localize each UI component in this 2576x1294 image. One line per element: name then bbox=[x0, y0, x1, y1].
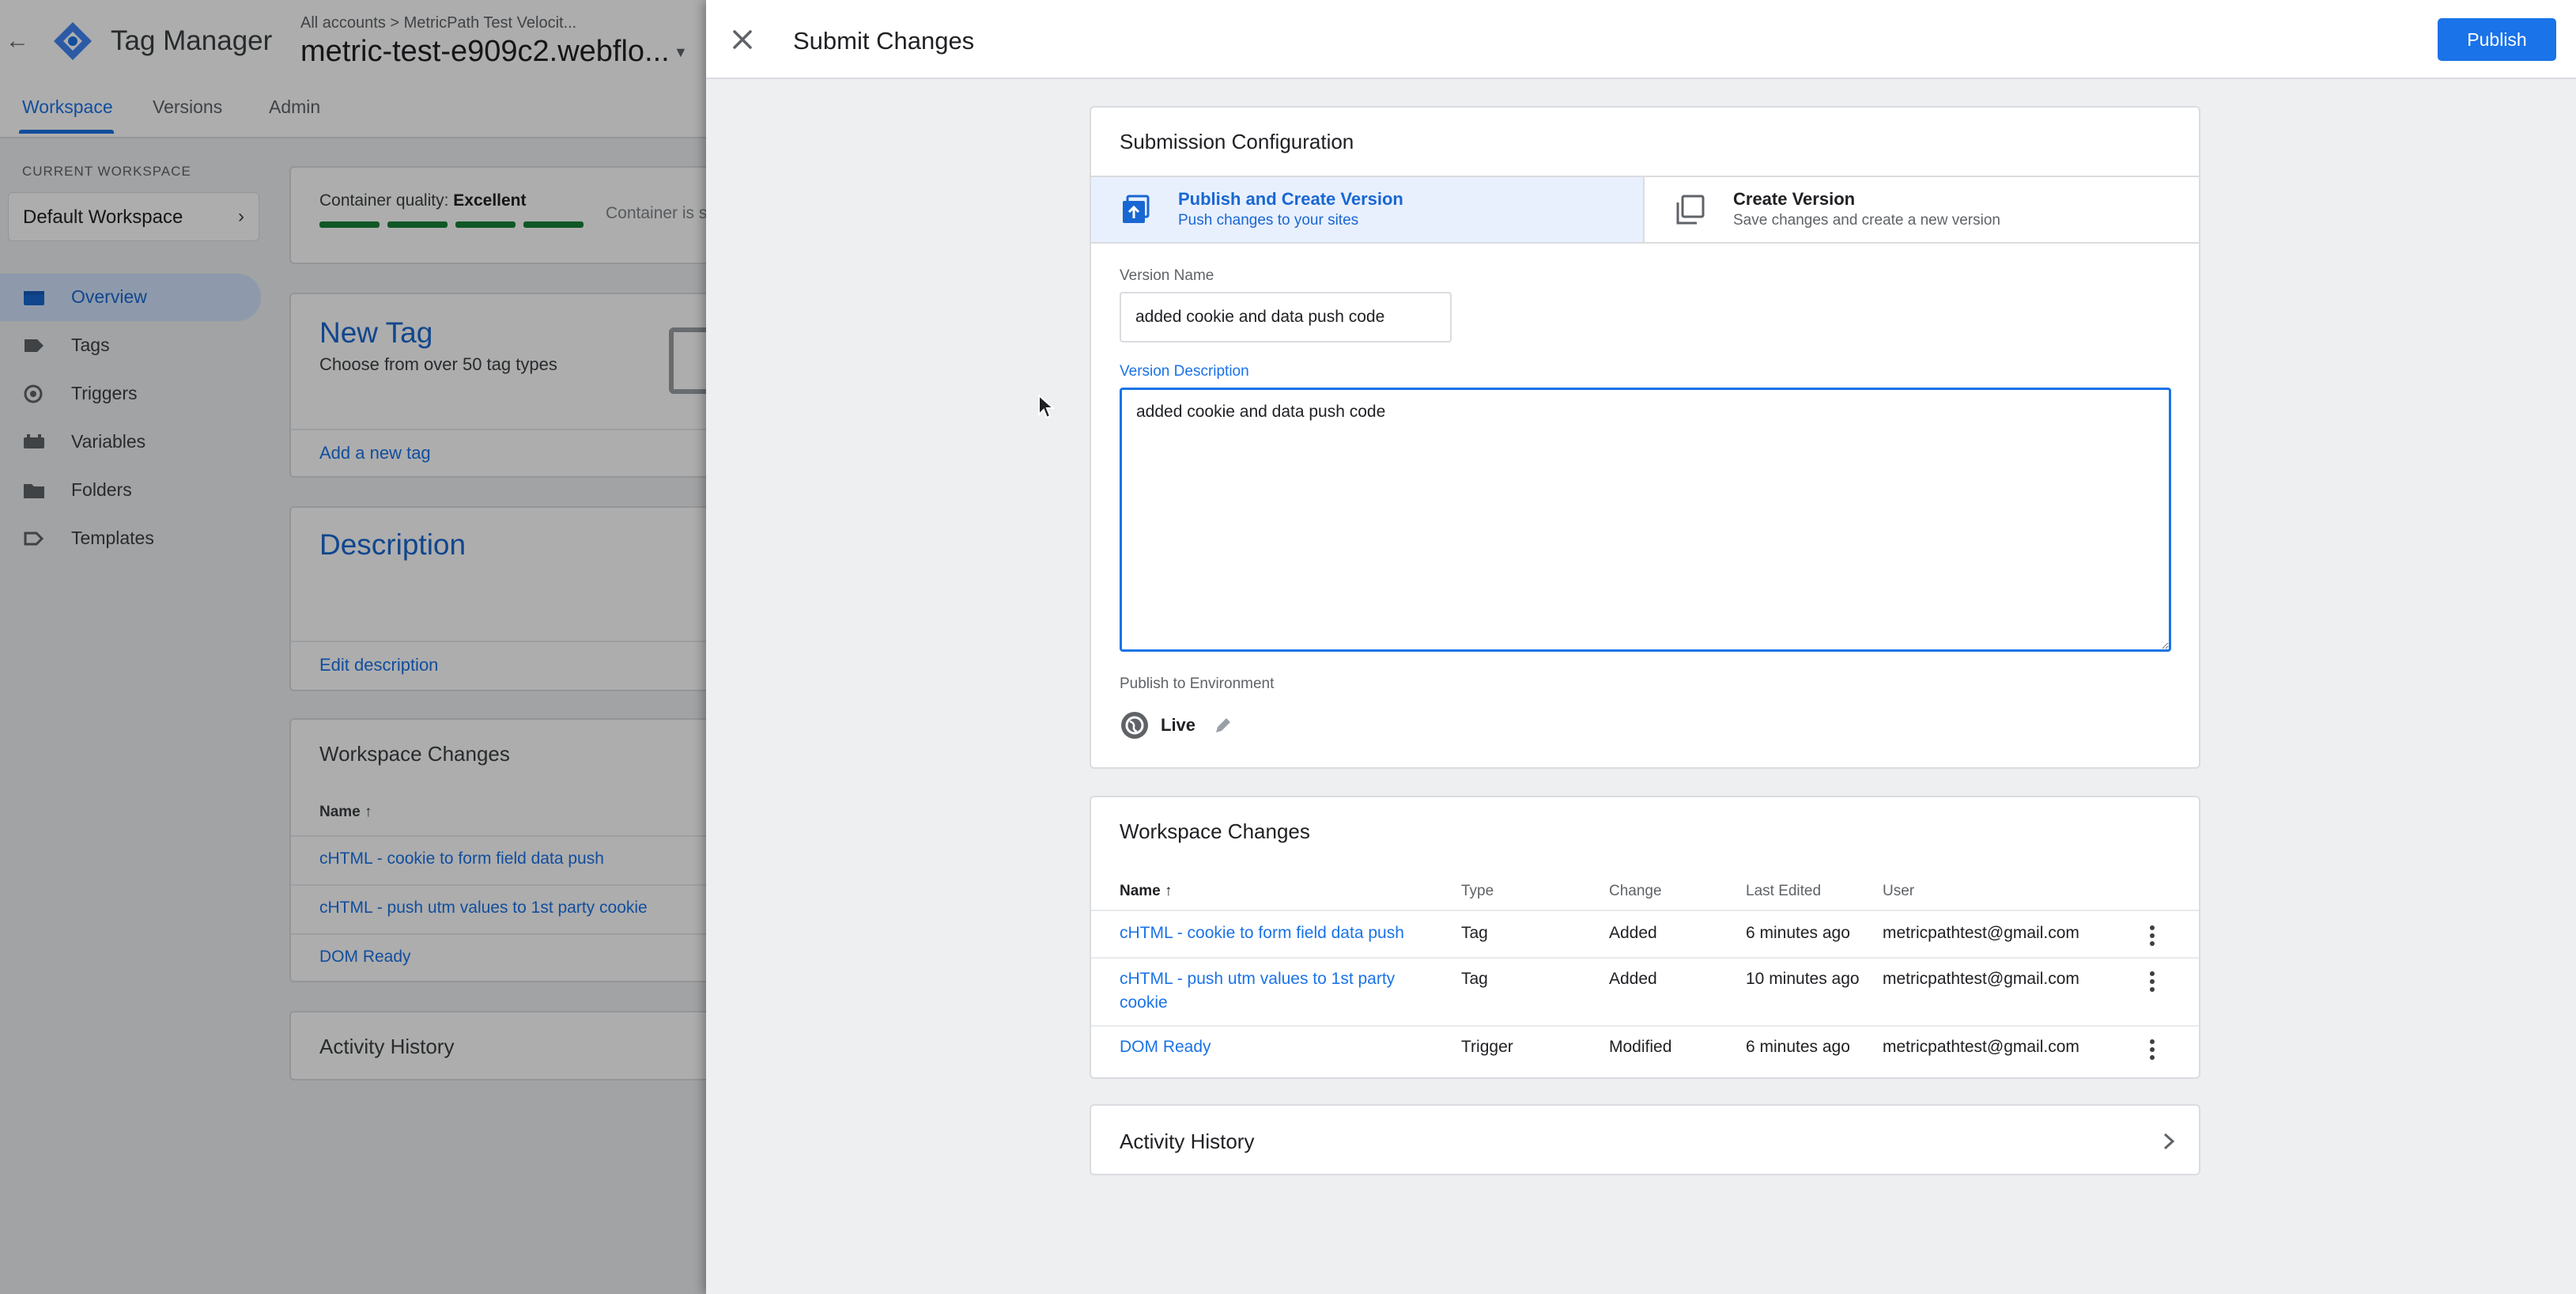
user-column-header[interactable]: User bbox=[1883, 883, 1914, 900]
change-name-link[interactable]: DOM Ready bbox=[1120, 1038, 1211, 1057]
submission-configuration-card: Submission Configuration Publish and Cre… bbox=[1090, 106, 2200, 769]
arrow-up-icon: ↑ bbox=[1165, 883, 1173, 899]
publish-upload-icon bbox=[1123, 195, 1150, 223]
environment-name: Live bbox=[1161, 715, 1196, 735]
name-header-label: Name bbox=[1120, 883, 1161, 899]
change-name-line: cHTML - push utm values to 1st party bbox=[1120, 970, 1396, 988]
option-publish-and-create-version[interactable]: Publish and Create Version Push changes … bbox=[1091, 177, 1645, 242]
copy-version-icon bbox=[1676, 195, 1705, 225]
more-vert-icon[interactable] bbox=[2143, 970, 2162, 993]
submission-options: Publish and Create Version Push changes … bbox=[1091, 176, 2199, 244]
mouse-cursor-icon bbox=[1038, 394, 1055, 419]
change-name-line: cookie bbox=[1120, 993, 1168, 1012]
publish-environment: Live bbox=[1120, 709, 1357, 743]
option-title: Create Version bbox=[1733, 189, 1856, 209]
change-user: metricpathtest@gmail.com bbox=[1883, 924, 2079, 942]
submission-configuration-title: Submission Configuration bbox=[1120, 130, 1354, 153]
workspace-changes-title: Workspace Changes bbox=[1120, 819, 1310, 843]
close-icon[interactable] bbox=[727, 24, 758, 55]
version-name-label: Version Name bbox=[1120, 267, 1214, 284]
option-subtitle: Save changes and create a new version bbox=[1733, 212, 2000, 229]
change-type: Tag bbox=[1461, 970, 1488, 988]
option-create-version[interactable]: Create Version Save changes and create a… bbox=[1646, 177, 2199, 242]
change-user: metricpathtest@gmail.com bbox=[1883, 970, 2079, 988]
pencil-edit-icon[interactable] bbox=[1213, 715, 1233, 736]
table-row: DOM Ready Trigger Modified 6 minutes ago… bbox=[1091, 1025, 2199, 1077]
change-last-edited: 10 minutes ago bbox=[1746, 970, 1860, 988]
change-action: Modified bbox=[1609, 1038, 1672, 1056]
more-vert-icon[interactable] bbox=[2143, 1038, 2162, 1061]
table-row: cHTML - cookie to form field data push T… bbox=[1091, 910, 2199, 957]
version-description-textarea[interactable]: added cookie and data push code bbox=[1120, 388, 2171, 652]
table-row: cHTML - push utm values to 1st party coo… bbox=[1091, 957, 2199, 1025]
change-type: Trigger bbox=[1461, 1038, 1513, 1056]
panel-title: Submit Changes bbox=[793, 27, 975, 55]
workspace-changes-card: Workspace Changes Name ↑ Type Change Las… bbox=[1090, 796, 2200, 1079]
publish-button[interactable]: Publish bbox=[2438, 18, 2556, 61]
change-action: Added bbox=[1609, 970, 1657, 988]
change-user: metricpathtest@gmail.com bbox=[1883, 1038, 2079, 1056]
more-vert-icon[interactable] bbox=[2143, 924, 2162, 948]
chevron-right-icon bbox=[2163, 1133, 2175, 1150]
version-description-label: Version Description bbox=[1120, 363, 1249, 380]
publish-environment-label: Publish to Environment bbox=[1120, 675, 1275, 692]
submit-changes-panel: Submit Changes Publish Submission Config… bbox=[706, 0, 2576, 1294]
option-title: Publish and Create Version bbox=[1178, 189, 1403, 209]
version-name-input[interactable] bbox=[1120, 292, 1452, 342]
globe-icon bbox=[1121, 712, 1148, 739]
name-column-header[interactable]: Name ↑ bbox=[1120, 883, 1173, 900]
change-type: Tag bbox=[1461, 924, 1488, 942]
change-last-edited: 6 minutes ago bbox=[1746, 924, 1850, 942]
change-action: Added bbox=[1609, 924, 1657, 942]
change-last-edited: 6 minutes ago bbox=[1746, 1038, 1850, 1056]
change-name-link[interactable]: cHTML - cookie to form field data push bbox=[1120, 924, 1404, 943]
type-column-header[interactable]: Type bbox=[1461, 883, 1494, 900]
activity-history-title: Activity History bbox=[1120, 1129, 1255, 1153]
option-subtitle: Push changes to your sites bbox=[1178, 212, 1359, 229]
panel-header: Submit Changes Publish bbox=[706, 0, 2576, 79]
change-name-link[interactable]: cHTML - push utm values to 1st party coo… bbox=[1120, 970, 1395, 1012]
activity-history-card[interactable]: Activity History bbox=[1090, 1104, 2200, 1175]
change-column-header[interactable]: Change bbox=[1609, 883, 1662, 900]
last-edited-column-header[interactable]: Last Edited bbox=[1746, 883, 1821, 900]
